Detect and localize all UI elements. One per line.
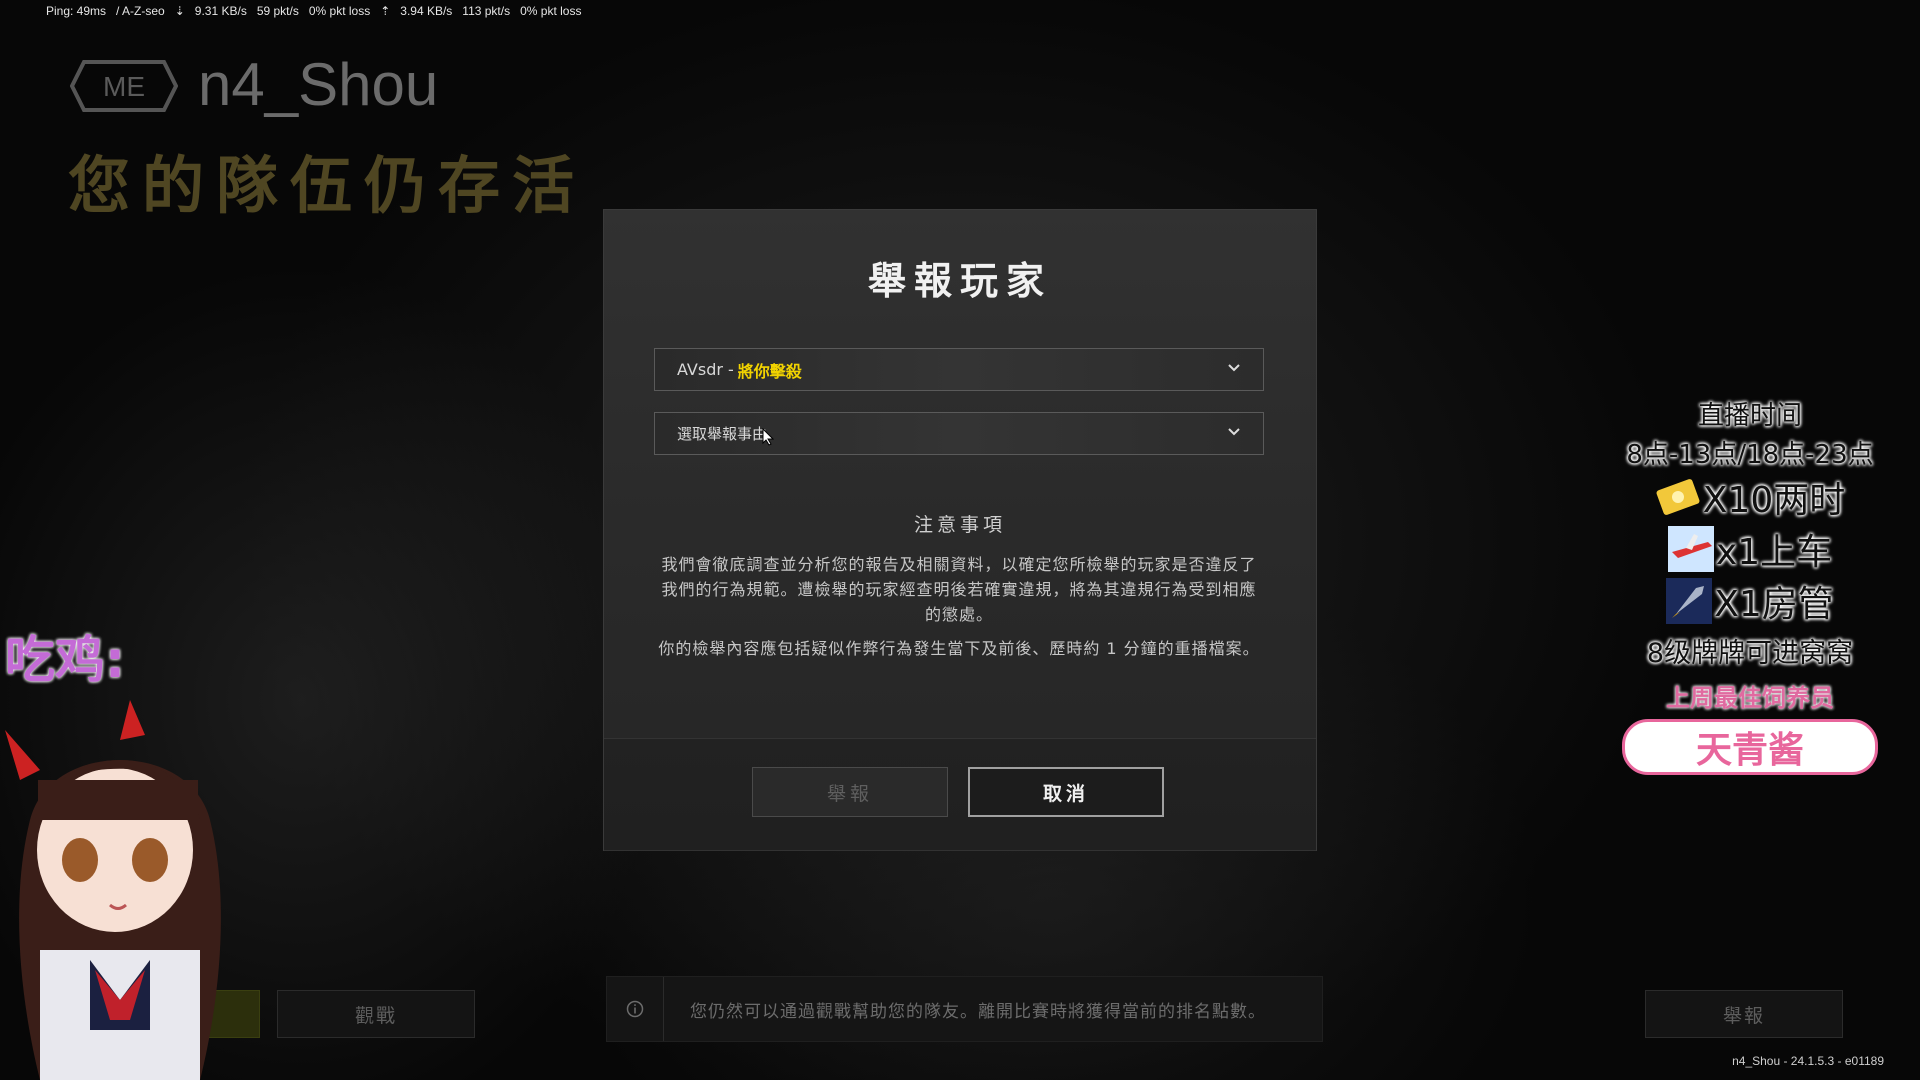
region-text: / A-Z-seo [116,4,165,18]
download-rate: 9.31 KB/s [194,4,247,18]
chicken-count-label: 吃鸡: [5,631,125,689]
stream-time-label: 直播时间 [1697,401,1802,431]
selected-player-name: AVsdr - [677,360,734,379]
info-bar: 您仍然可以通過觀戰幫助您的隊友。離開比賽時將獲得當前的排名點數。 [606,976,1323,1042]
download-loss: 0% pkt loss [308,4,371,18]
me-badge-label: ME [103,71,145,102]
best-feeder-name: 天青酱 [1622,719,1878,775]
upload-pkt: 113 pkt/s [462,4,511,18]
stream-overlay-panel: 直播时间 8点-13点/18点-23点 X10两时 x1上车 X1房管 8级牌牌… [1600,375,1900,775]
report-reason-dropdown[interactable]: 選取舉報事由 [654,412,1264,455]
info-icon [607,977,664,1041]
notice-title: 注意事項 [913,514,1006,536]
report-reason-placeholder: 選取舉報事由 [677,425,768,443]
best-feeder-label: 上周最佳饲养员 [1666,684,1834,712]
upload-loss: 0% pkt loss [520,4,582,18]
network-stats: Ping: 49ms / A-Z-seo ⇣ 9.31 KB/s 59 pkt/s 0% … [46,4,591,18]
notice-paragraph: 你的檢舉內容應包括疑似作弊行為發生當下及前後、歷時約 1 分鐘的重播檔案。 [658,639,1260,658]
gift-line-2: x1上车 [1600,523,1900,575]
gift-text-1: X10两时 [1702,480,1846,521]
stream-time-value: 8点-13点/18点-23点 [1626,440,1874,470]
notice-paragraph: 我們會徹底調查並分析您的報告及相關資料，以確定您所檢舉的玩家是否違反了我們的行為… [661,555,1257,624]
version-text: n4_Shou - 24.1.5.3 - e01189 [1732,1054,1884,1068]
vtuber-avatar-icon [5,700,221,1080]
upload-arrow-icon: ⇡ [380,4,391,18]
ticket-gift-icon [1656,479,1700,515]
gift-text-2: x1上车 [1715,532,1833,573]
report-button[interactable]: 舉報 [752,767,948,817]
gift-line-1: X10两时 [1600,471,1900,523]
report-bottom-button[interactable]: 舉報 [1645,990,1843,1038]
team-status-text: 您的隊伍仍存活 [68,149,587,222]
upload-rate: 3.94 KB/s [400,4,453,18]
info-text: 您仍然可以通過觀戰幫助您的隊友。離開比賽時將獲得當前的排名點數。 [690,1001,1266,1022]
me-badge: ME [69,60,179,112]
cancel-button[interactable]: 取消 [968,767,1164,817]
chevron-down-icon [1228,364,1240,372]
gift-line-3: X1房管 [1600,575,1900,627]
ping-text: Ping: 49ms [46,4,107,18]
plane-gift-icon [1667,526,1714,572]
report-player-dialog: 舉報玩家 AVsdr - 將你擊殺 選取舉報事由 注意事項 我們會徹底調查並分析… [604,210,1316,851]
level-note: 8级牌牌可进窝窝 [1646,638,1854,669]
gift-text-3: X1房管 [1714,584,1834,625]
player-name: n4_Shou [198,51,439,118]
player-select-dropdown[interactable]: AVsdr - 將你擊殺 [654,348,1264,391]
spectate-button[interactable]: 觀戰 [277,990,475,1038]
download-pkt: 59 pkt/s [256,4,299,18]
dialog-title: 舉報玩家 [867,259,1052,303]
selected-player-detail: 將你擊殺 [737,361,802,381]
mouse-cursor-icon [762,428,774,446]
download-arrow-icon: ⇣ [174,4,185,18]
rocket-gift-icon [1666,578,1713,624]
dialog-footer [604,738,1316,851]
chevron-down-icon [1228,428,1240,436]
